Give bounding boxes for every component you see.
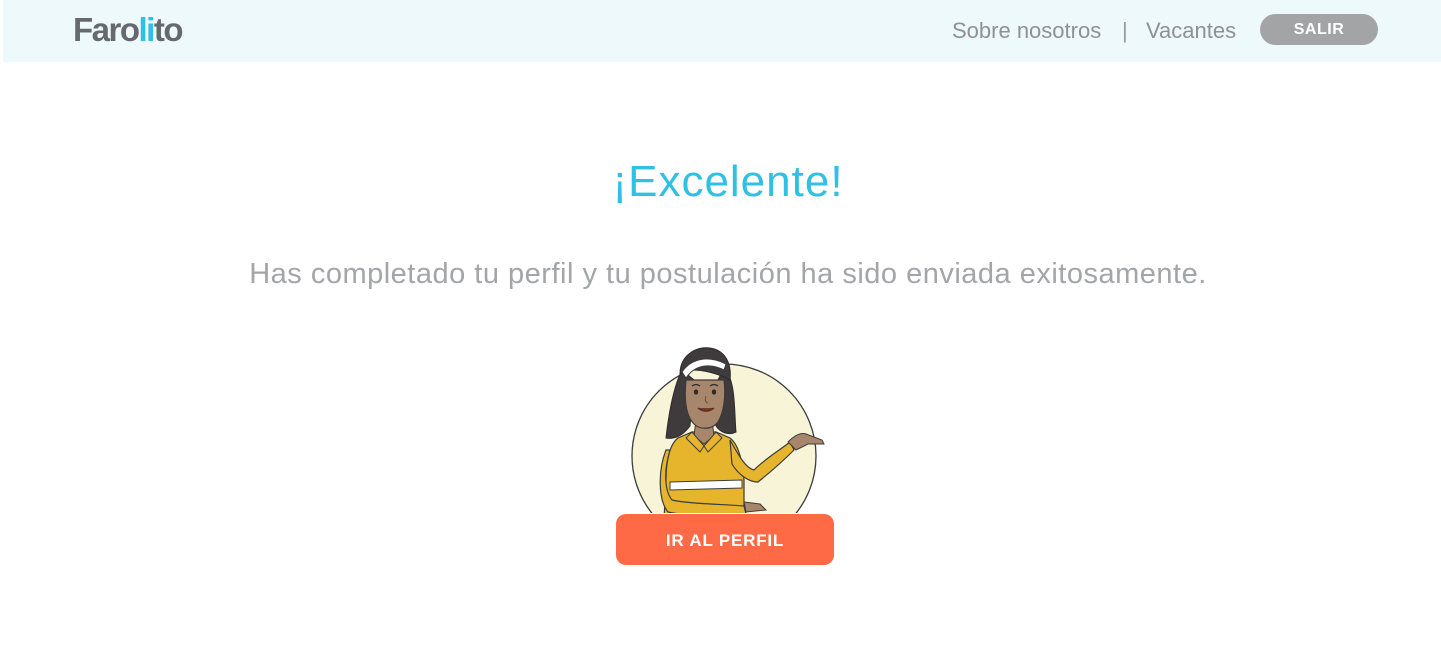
- woman-presenting-illustration: [631, 347, 825, 513]
- top-header: Farolito Sobre nosotros | Vacantes SALIR: [3, 0, 1441, 62]
- nav-link-jobs[interactable]: Vacantes: [1146, 16, 1236, 46]
- success-message: Has completado tu perfil y tu postulació…: [249, 258, 1207, 290]
- page-title: ¡Excelente!: [612, 157, 844, 206]
- logout-button[interactable]: SALIR: [1260, 14, 1378, 45]
- nav-separator: |: [1122, 18, 1128, 43]
- nav-link-about[interactable]: Sobre nosotros: [952, 16, 1101, 46]
- farolito-logo[interactable]: Farolito: [73, 8, 184, 52]
- go-to-profile-button[interactable]: IR AL PERFIL: [616, 514, 834, 565]
